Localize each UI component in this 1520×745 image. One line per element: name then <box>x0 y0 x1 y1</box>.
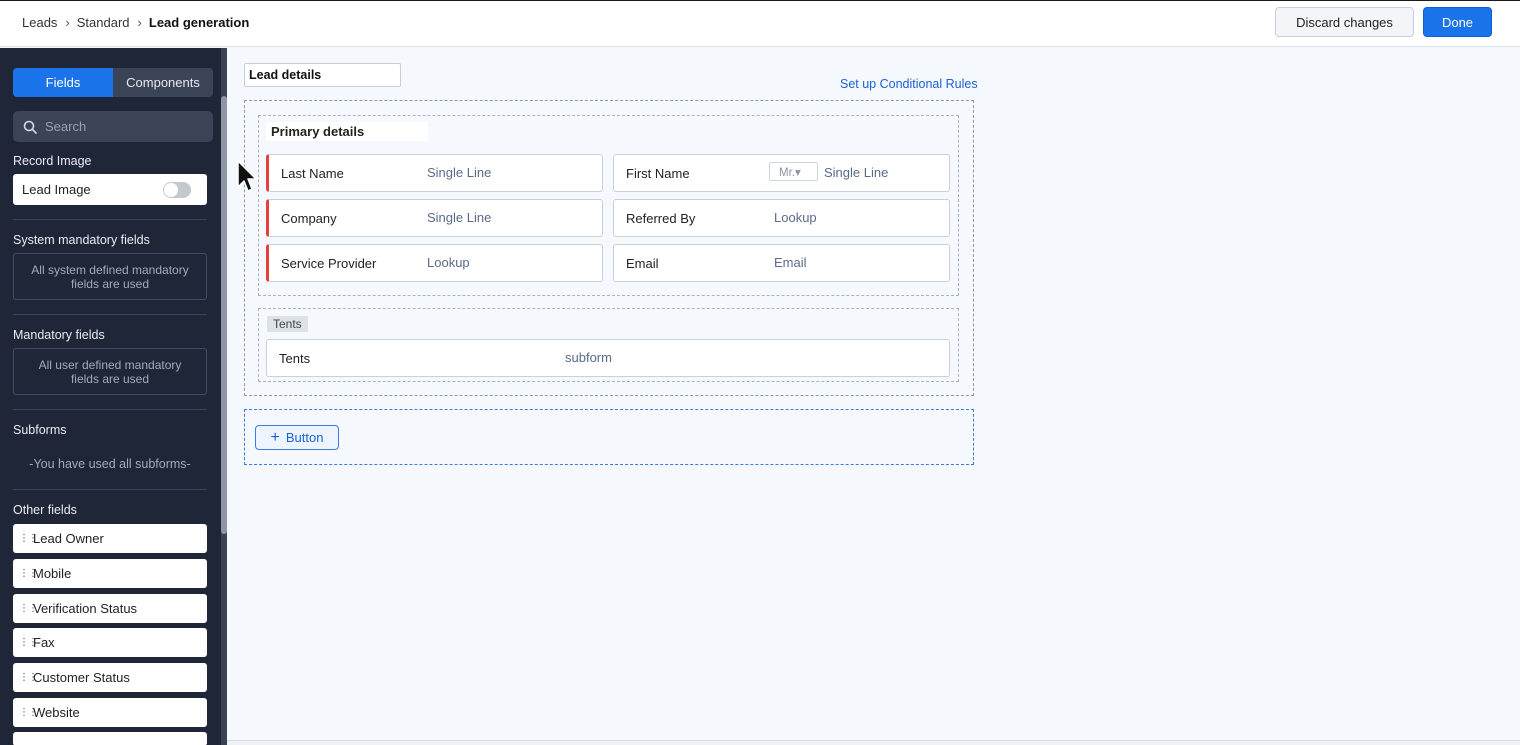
field-label: Last Name <box>281 166 344 181</box>
mandatory-note: All user defined mandatory fields are us… <box>13 348 207 395</box>
field-referred-by[interactable]: Referred By Lookup <box>613 199 950 237</box>
field-item-partial[interactable] <box>13 732 207 745</box>
search-input[interactable] <box>45 119 195 134</box>
field-last-name[interactable]: Last Name Single Line <box>266 154 603 192</box>
system-mandatory-note: All system defined mandatory fields are … <box>13 253 207 300</box>
field-item-lead-owner[interactable]: ⋮⋮ Lead Owner <box>13 524 207 553</box>
field-item-fax[interactable]: ⋮⋮ Fax <box>13 628 207 657</box>
field-item-label: Fax <box>33 635 55 650</box>
field-label: Referred By <box>626 211 696 226</box>
record-image-title: Record Image <box>13 154 92 168</box>
field-type: Single Line <box>427 210 492 225</box>
field-service-provider[interactable]: Service Provider Lookup <box>266 244 603 282</box>
drag-handle-icon[interactable]: ⋮⋮ <box>19 568 38 579</box>
field-first-name[interactable]: First Name Mr.▾ Single Line <box>613 154 950 192</box>
field-item-label: Verification Status <box>33 601 138 616</box>
mandatory-title: Mandatory fields <box>13 328 105 342</box>
chevron-right-icon: › <box>65 15 70 30</box>
button-section <box>244 409 974 465</box>
field-tents-subform[interactable]: Tents subform <box>266 339 950 377</box>
breadcrumb-leads[interactable]: Leads <box>22 15 57 30</box>
drag-handle-icon[interactable]: ⋮⋮ <box>19 603 38 614</box>
system-mandatory-title: System mandatory fields <box>13 233 150 247</box>
field-label: Service Provider <box>281 256 377 271</box>
top-bar: Leads › Standard › Lead generation Disca… <box>0 0 1520 47</box>
subform-tag[interactable]: Tents <box>267 316 308 332</box>
tab-components[interactable]: Components <box>113 68 213 97</box>
subforms-title: Subforms <box>13 423 67 437</box>
mouse-cursor-icon <box>237 160 257 192</box>
drag-handle-icon[interactable]: ⋮⋮ <box>19 533 38 544</box>
divider <box>13 219 207 220</box>
field-item-label: Customer Status <box>33 670 130 685</box>
field-item-label: Lead Owner <box>33 531 104 546</box>
section-name-input[interactable]: Lead details <box>244 63 401 87</box>
drag-handle-icon[interactable]: ⋮⋮ <box>19 672 38 683</box>
field-email[interactable]: Email Email <box>613 244 950 282</box>
sidebar-tabs: Fields Components <box>13 68 213 97</box>
subforms-note: -You have used all subforms- <box>29 457 191 471</box>
chevron-right-icon: › <box>137 15 142 30</box>
search-icon <box>23 120 37 134</box>
field-item-verification-status[interactable]: ⋮⋮ Verification Status <box>13 594 207 623</box>
field-label: Company <box>281 211 337 226</box>
divider <box>13 314 207 315</box>
field-type: Lookup <box>774 210 817 225</box>
done-button[interactable]: Done <box>1423 7 1492 37</box>
search-box <box>13 111 213 142</box>
drag-handle-icon[interactable]: ⋮⋮ <box>19 707 38 718</box>
lead-image-label: Lead Image <box>22 182 91 197</box>
field-type: Single Line <box>427 165 492 180</box>
plus-icon: + <box>270 428 280 446</box>
discard-changes-button[interactable]: Discard changes <box>1275 7 1414 37</box>
field-label: Tents <box>279 351 311 366</box>
field-type: Email <box>774 255 807 270</box>
add-button-label: Button <box>285 430 324 445</box>
lead-image-toggle[interactable] <box>163 181 191 198</box>
field-type: Single Line <box>824 165 889 180</box>
other-fields-title: Other fields <box>13 503 77 517</box>
breadcrumb: Leads › Standard › Lead generation <box>22 15 249 30</box>
field-type: subform <box>565 350 612 365</box>
drag-handle-icon[interactable]: ⋮⋮ <box>19 637 38 648</box>
field-label: First Name <box>626 166 690 181</box>
field-label: Email <box>626 256 659 271</box>
conditional-rules-link[interactable]: Set up Conditional Rules <box>840 77 978 91</box>
field-item-label: Mobile <box>33 566 72 581</box>
field-item-website[interactable]: ⋮⋮ Website <box>13 698 207 727</box>
field-item-label: Website <box>33 705 80 720</box>
add-button[interactable]: + Button <box>255 425 339 450</box>
sidebar: Fields Components Record Image Lead Imag… <box>0 48 227 745</box>
breadcrumb-lead-generation: Lead generation <box>148 15 250 30</box>
breadcrumb-standard[interactable]: Standard <box>77 15 130 30</box>
bottom-strip <box>227 740 1520 745</box>
divider <box>13 409 207 410</box>
field-item-customer-status[interactable]: ⋮⋮ Customer Status <box>13 663 207 692</box>
divider <box>13 489 207 490</box>
primary-details-title[interactable]: Primary details <box>266 122 428 141</box>
field-company[interactable]: Company Single Line <box>266 199 603 237</box>
lead-image-item: Lead Image <box>13 174 207 205</box>
field-type: Lookup <box>427 255 470 270</box>
field-item-mobile[interactable]: ⋮⋮ Mobile <box>13 559 207 588</box>
tab-fields[interactable]: Fields <box>13 68 113 97</box>
salutation-select[interactable]: Mr.▾ <box>769 162 818 181</box>
